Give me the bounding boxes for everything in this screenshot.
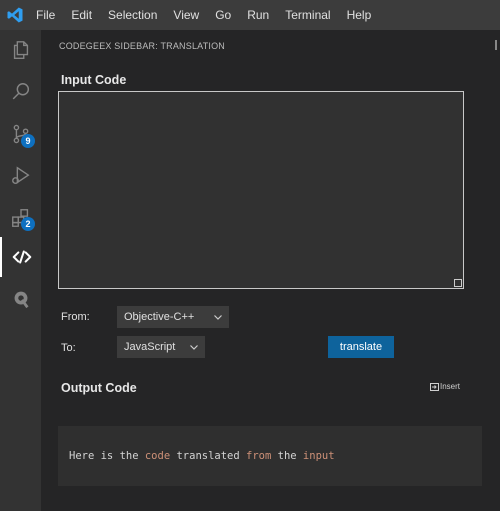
menu-file[interactable]: File: [28, 8, 63, 22]
title-bar: File Edit Selection View Go Run Terminal…: [0, 0, 500, 30]
output-highlight-from: from: [246, 450, 272, 462]
activity-source-control[interactable]: 9: [0, 114, 41, 154]
sidebar-title: CODEGEEX SIDEBAR: TRANSLATION: [59, 41, 226, 51]
activity-run-debug[interactable]: [0, 156, 41, 196]
activity-codegeex[interactable]: [0, 237, 41, 277]
output-text-part: Here is the: [69, 450, 145, 462]
search-icon: [12, 83, 29, 100]
menu-terminal[interactable]: Terminal: [277, 8, 338, 22]
to-label: To:: [61, 342, 76, 354]
menu-help[interactable]: Help: [339, 8, 380, 22]
extensions-badge: 2: [21, 217, 35, 231]
to-language-select[interactable]: JavaScript: [117, 336, 205, 358]
to-language-value: JavaScript: [124, 341, 176, 353]
scroll-indicator: [495, 40, 497, 50]
insert-label: Insert: [440, 382, 461, 391]
from-language-value: Objective-C++: [124, 311, 195, 323]
menu-edit[interactable]: Edit: [63, 8, 100, 22]
output-text-part: the: [271, 450, 303, 462]
from-label: From:: [61, 311, 90, 323]
menu-run[interactable]: Run: [239, 8, 277, 22]
output-code-text: Here is the code translated from the inp…: [69, 450, 335, 462]
source-control-badge: 9: [21, 134, 35, 148]
activity-bar: 9 2: [0, 30, 41, 511]
input-code-label: Input Code: [61, 73, 127, 87]
codegeex-sidebar: CODEGEEX SIDEBAR: TRANSLATION Input Code…: [41, 30, 500, 511]
activity-explorer[interactable]: [0, 30, 41, 70]
menu-go[interactable]: Go: [207, 8, 239, 22]
extension-q-icon: [14, 291, 29, 309]
menu-bar: File Edit Selection View Go Run Terminal…: [28, 0, 379, 30]
output-highlight-code: code: [144, 450, 171, 462]
run-debug-icon: [11, 166, 30, 185]
activity-extensions[interactable]: 2: [0, 198, 41, 238]
insert-icon: [430, 382, 439, 391]
activity-search[interactable]: [0, 72, 41, 112]
output-code-panel: Here is the code translated from the inp…: [58, 426, 482, 486]
chevron-down-icon: [214, 315, 222, 320]
output-code-label: Output Code: [61, 381, 137, 395]
output-highlight-input: input: [302, 450, 335, 462]
explorer-icon: [13, 41, 28, 59]
output-text-part: translated: [170, 450, 247, 462]
menu-selection[interactable]: Selection: [100, 8, 165, 22]
translate-button[interactable]: translate: [328, 336, 394, 358]
from-language-select[interactable]: Objective-C++: [117, 306, 229, 328]
resize-handle[interactable]: [454, 279, 462, 287]
vscode-logo-icon: [7, 7, 23, 23]
menu-view[interactable]: View: [165, 8, 207, 22]
activity-extension-q[interactable]: [0, 279, 41, 319]
insert-button[interactable]: Insert: [430, 382, 460, 391]
codegeex-icon: [12, 250, 31, 264]
input-code-textarea[interactable]: [58, 91, 464, 289]
chevron-down-icon: [190, 345, 198, 350]
